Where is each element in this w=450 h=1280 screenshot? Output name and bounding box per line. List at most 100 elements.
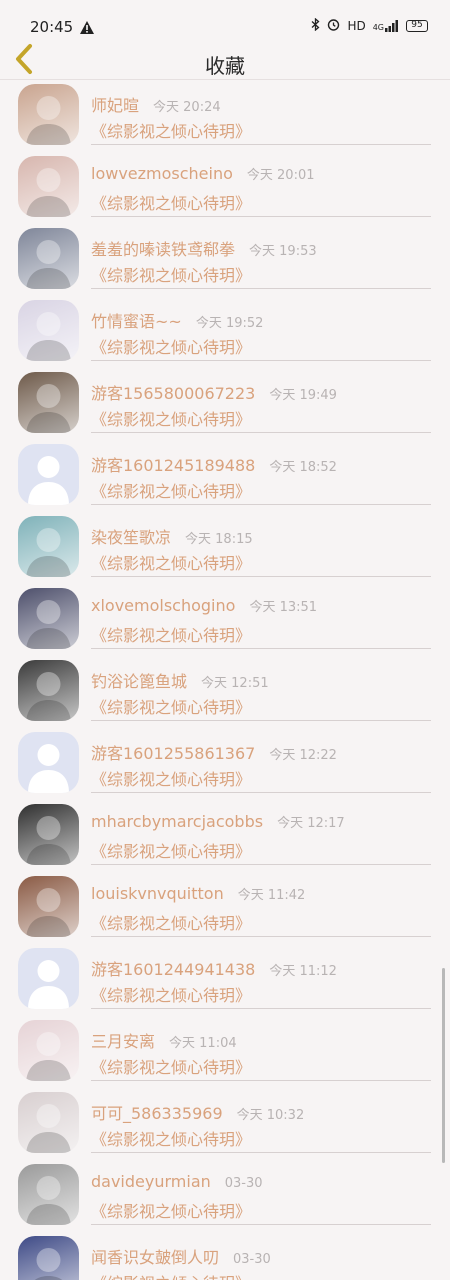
book-title-link[interactable]: 《综影视之倾心待玥》 [91,118,251,142]
item-header: 染夜笙歌凉 今天 18:15 [91,524,253,548]
user-name[interactable]: 钓浴论篦鱼城 [91,672,187,691]
divider [91,144,431,145]
book-title-link[interactable]: 《综影视之倾心待玥》 [91,1126,251,1150]
avatar[interactable] [18,516,79,577]
user-name[interactable]: mharcbymarcjacobbs [91,812,263,831]
hd-label: HD [347,19,366,33]
user-name[interactable]: 染夜笙歌凉 [91,528,171,547]
user-name[interactable]: 游客1601244941438 [91,960,255,979]
list-item[interactable]: 钓浴论篦鱼城 今天 12:51 《综影视之倾心待玥》 [0,658,450,730]
item-header: davideyurmian 03-30 [91,1172,263,1191]
user-name[interactable]: 羞羞的嗪读铁鸢郗拳 [91,240,235,259]
user-name[interactable]: 游客1601255861367 [91,744,255,763]
book-title-link[interactable]: 《综影视之倾心待玥》 [91,550,251,574]
status-time: 20:45 [30,18,74,36]
timestamp: 03-30 [224,1176,263,1191]
avatar[interactable] [18,1020,79,1081]
avatar[interactable] [18,948,79,1009]
avatar[interactable] [18,1164,79,1225]
timestamp: 今天 19:52 [195,316,264,331]
avatar[interactable] [18,660,79,721]
book-title-link[interactable]: 《综影视之倾心待玥》 [91,982,251,1006]
book-title-link[interactable]: 《综影视之倾心待玥》 [91,838,251,862]
avatar[interactable] [18,804,79,865]
item-header: louiskvnvquitton 今天 11:42 [91,884,305,903]
timestamp: 今天 11:12 [269,964,337,979]
list-item[interactable]: 游客1601255861367 今天 12:22 《综影视之倾心待玥》 [0,730,450,802]
book-title-link[interactable]: 《综影视之倾心待玥》 [91,262,251,286]
list-item[interactable]: 闻香识女皷倒人叨 03-30 《综影视之倾心待玥》 [0,1234,450,1280]
divider [91,576,431,577]
user-name[interactable]: 游客1601245189488 [91,456,255,475]
avatar[interactable] [18,444,79,505]
user-name[interactable]: 三月安离 [91,1032,155,1051]
book-title-link[interactable]: 《综影视之倾心待玥》 [91,910,251,934]
list-item[interactable]: 师妃暄 今天 20:24 《综影视之倾心待玥》 [0,82,450,154]
user-name[interactable]: 竹情蜜语~~ [91,312,182,331]
timestamp: 今天 18:15 [185,532,253,547]
avatar[interactable] [18,1236,79,1280]
list-item[interactable]: 三月安离 今天 11:04 《综影视之倾心待玥》 [0,1018,450,1090]
item-header: xlovemolschogino 今天 13:51 [91,596,317,615]
list-item[interactable]: davideyurmian 03-30 《综影视之倾心待玥》 [0,1162,450,1234]
user-name[interactable]: xlovemolschogino [91,596,235,615]
divider [91,648,431,649]
timestamp: 今天 19:49 [269,388,337,403]
book-title-link[interactable]: 《综影视之倾心待玥》 [91,334,251,358]
avatar[interactable] [18,588,79,649]
list-item[interactable]: 游客1565800067223 今天 19:49 《综影视之倾心待玥》 [0,370,450,442]
user-name[interactable]: lowvezmoscheino [91,164,233,183]
timestamp: 今天 13:51 [249,600,318,615]
book-title-link[interactable]: 《综影视之倾心待玥》 [91,406,251,430]
user-name[interactable]: 师妃暄 [91,96,139,115]
avatar[interactable] [18,1092,79,1153]
book-title-link[interactable]: 《综影视之倾心待玥》 [91,622,251,646]
avatar[interactable] [18,84,79,145]
item-header: 羞羞的嗪读铁鸢郗拳 今天 19:53 [91,236,317,260]
book-title-link[interactable]: 《综影视之倾心待玥》 [91,1198,251,1222]
book-title-link[interactable]: 《综影视之倾心待玥》 [91,1270,251,1280]
user-name[interactable]: davideyurmian [91,1172,211,1191]
book-title-link[interactable]: 《综影视之倾心待玥》 [91,190,251,214]
book-title-link[interactable]: 《综影视之倾心待玥》 [91,1054,251,1078]
avatar[interactable] [18,732,79,793]
list-item[interactable]: 羞羞的嗪读铁鸢郗拳 今天 19:53 《综影视之倾心待玥》 [0,226,450,298]
avatar[interactable] [18,300,79,361]
list-item[interactable]: 游客1601244941438 今天 11:12 《综影视之倾心待玥》 [0,946,450,1018]
book-title-link[interactable]: 《综影视之倾心待玥》 [91,478,251,502]
item-header: 闻香识女皷倒人叨 03-30 [91,1244,271,1268]
divider [91,1152,431,1153]
list-item[interactable]: 染夜笙歌凉 今天 18:15 《综影视之倾心待玥》 [0,514,450,586]
user-name[interactable]: louiskvnvquitton [91,884,224,903]
item-header: 三月安离 今天 11:04 [91,1028,237,1052]
item-header: 游客1601245189488 今天 18:52 [91,452,337,476]
book-title-link[interactable]: 《综影视之倾心待玥》 [91,766,251,790]
timestamp: 今天 12:51 [201,676,269,691]
warning-icon [80,19,94,38]
avatar[interactable] [18,228,79,289]
list-item[interactable]: mharcbymarcjacobbs 今天 12:17 《综影视之倾心待玥》 [0,802,450,874]
avatar[interactable] [18,156,79,217]
divider [91,360,431,361]
signal-icon: 4G [373,20,399,32]
avatar[interactable] [18,876,79,937]
book-title-link[interactable]: 《综影视之倾心待玥》 [91,694,251,718]
timestamp: 今天 18:52 [269,460,337,475]
user-name[interactable]: 游客1565800067223 [91,384,255,403]
scrollbar[interactable] [442,968,445,1163]
item-header: 竹情蜜语~~ 今天 19:52 [91,308,263,332]
timestamp: 03-30 [233,1252,271,1267]
list-item[interactable]: louiskvnvquitton 今天 11:42 《综影视之倾心待玥》 [0,874,450,946]
list-item[interactable]: 可可_586335969 今天 10:32 《综影视之倾心待玥》 [0,1090,450,1162]
user-name[interactable]: 可可_586335969 [91,1104,223,1123]
list-item[interactable]: xlovemolschogino 今天 13:51 《综影视之倾心待玥》 [0,586,450,658]
user-name[interactable]: 闻香识女皷倒人叨 [91,1248,219,1267]
avatar[interactable] [18,372,79,433]
item-header: 游客1601255861367 今天 12:22 [91,740,337,764]
list-item[interactable]: lowvezmoscheino 今天 20:01 《综影视之倾心待玥》 [0,154,450,226]
list-item[interactable]: 游客1601245189488 今天 18:52 《综影视之倾心待玥》 [0,442,450,514]
list-item[interactable]: 竹情蜜语~~ 今天 19:52 《综影视之倾心待玥》 [0,298,450,370]
divider [91,432,431,433]
item-header: mharcbymarcjacobbs 今天 12:17 [91,812,345,831]
divider [91,216,431,217]
